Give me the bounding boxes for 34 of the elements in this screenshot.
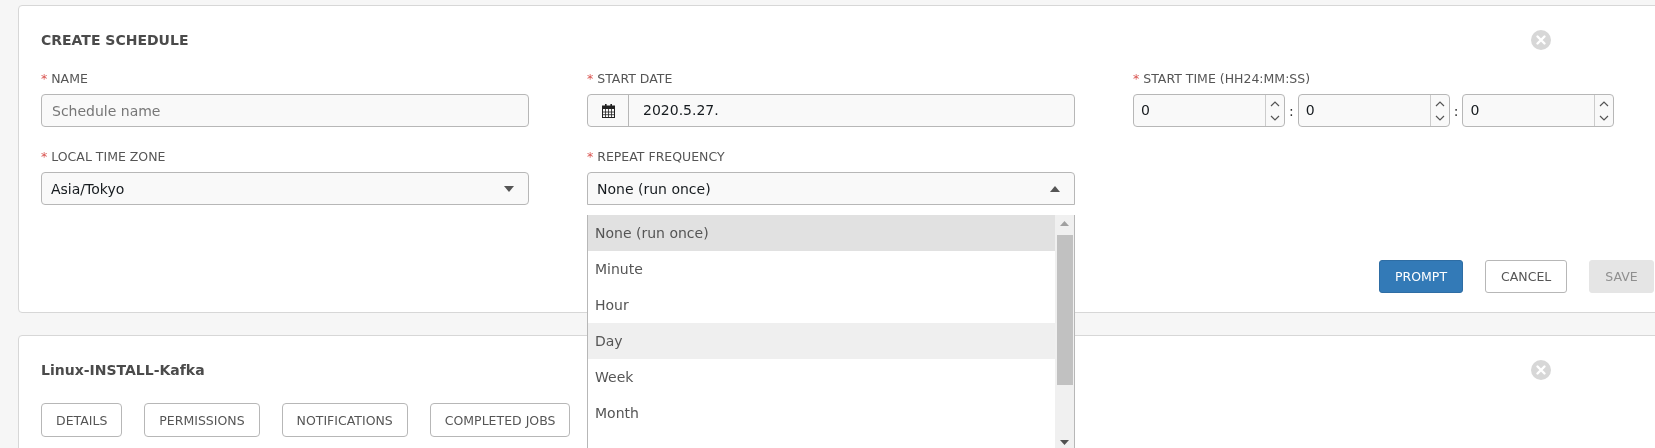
action-button[interactable]: PROMPT: [1379, 260, 1464, 293]
dropdown-option[interactable]: None (run once): [588, 215, 1055, 251]
field-label: LOCAL TIME ZONE: [51, 149, 166, 164]
time-zone-select[interactable]: Asia/Tokyo: [41, 172, 529, 205]
field-label: REPEAT FREQUENCY: [597, 149, 725, 164]
scrollbar[interactable]: [1055, 215, 1074, 448]
time-separator: :: [1453, 102, 1459, 119]
caret-icon: [504, 185, 514, 192]
field-label: START DATE: [597, 71, 673, 86]
field-label: START TIME (HH24:MM:SS): [1143, 71, 1311, 86]
scroll-down-icon[interactable]: [1060, 440, 1069, 445]
required-mark: *: [587, 71, 594, 86]
date-field[interactable]: 2020.5.27.: [587, 94, 1075, 127]
tab[interactable]: PERMISSIONS: [144, 403, 260, 437]
panel-title: CREATE SCHEDULE: [41, 32, 189, 48]
panel-title: Linux-INSTALL-Kafka: [41, 362, 205, 378]
frequency-select[interactable]: None (run once): [587, 172, 1075, 205]
calendar-icon[interactable]: [601, 103, 615, 118]
action-button[interactable]: CANCEL: [1485, 260, 1568, 293]
required-mark: *: [587, 149, 594, 164]
tab[interactable]: NOTIFICATIONS: [281, 403, 408, 437]
required-mark: *: [1133, 71, 1140, 86]
caret-icon: [1050, 185, 1060, 192]
required-mark: *: [41, 149, 48, 164]
number-field[interactable]: 0: [1297, 94, 1450, 127]
number-field[interactable]: 0: [1462, 94, 1615, 127]
required-mark: *: [41, 71, 48, 86]
time-separator: :: [1289, 102, 1294, 119]
dropdown-option[interactable]: Day: [588, 323, 1055, 359]
tab[interactable]: COMPLETED JOBS: [429, 403, 571, 437]
number-field[interactable]: 0: [1133, 94, 1285, 127]
name-field[interactable]: Schedule name: [41, 94, 529, 127]
field-label: NAME: [51, 71, 88, 86]
tab[interactable]: DETAILS: [41, 403, 123, 437]
